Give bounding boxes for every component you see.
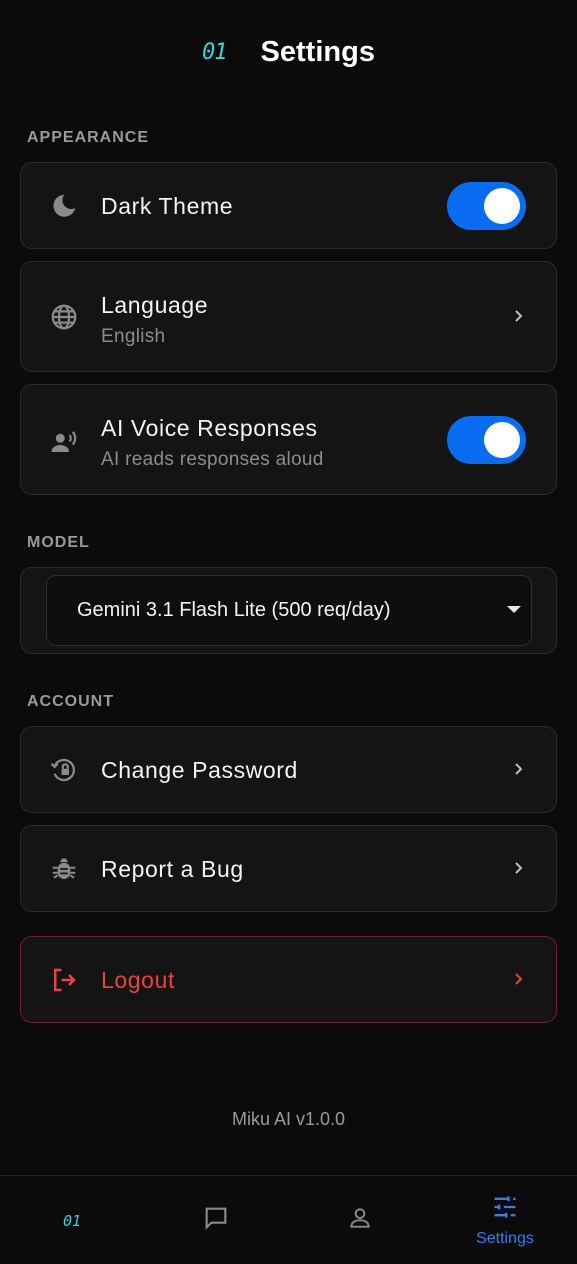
report-bug-label: Report a Bug bbox=[101, 856, 244, 882]
chevron-right-icon bbox=[510, 860, 526, 876]
ai-voice-description: AI reads responses aloud bbox=[101, 449, 324, 470]
nav-home-logo: 01 bbox=[62, 1211, 82, 1230]
chevron-right-icon bbox=[510, 761, 526, 777]
change-password-row[interactable]: Change Password bbox=[20, 726, 557, 813]
nav-chat[interactable] bbox=[144, 1176, 288, 1264]
chevron-right-icon bbox=[510, 971, 526, 987]
model-select-value: Gemini 3.1 Flash Lite (500 req/day) bbox=[77, 599, 391, 621]
toggle-knob bbox=[484, 422, 520, 458]
model-select[interactable]: Gemini 3.1 Flash Lite (500 req/day) bbox=[46, 575, 532, 646]
language-row[interactable]: Language English bbox=[20, 261, 557, 372]
app-header: 01 Settings bbox=[0, 0, 577, 104]
change-password-label: Change Password bbox=[101, 757, 298, 783]
person-icon bbox=[347, 1205, 373, 1236]
lock-reset-icon bbox=[47, 753, 81, 787]
nav-profile[interactable] bbox=[288, 1176, 432, 1264]
nav-settings-label: Settings bbox=[476, 1230, 534, 1247]
toggle-knob bbox=[484, 188, 520, 224]
nav-home[interactable]: 01 bbox=[0, 1176, 144, 1264]
caret-down-icon bbox=[507, 606, 521, 613]
dark-theme-toggle[interactable] bbox=[447, 182, 526, 230]
dark-theme-row[interactable]: Dark Theme bbox=[20, 162, 557, 249]
app-version: Miku AI v1.0.0 bbox=[231, 1109, 346, 1129]
logout-label: Logout bbox=[101, 967, 175, 993]
ai-voice-toggle[interactable] bbox=[447, 416, 526, 464]
section-label-model: MODEL bbox=[27, 534, 90, 551]
logout-row[interactable]: Logout bbox=[20, 936, 557, 1023]
section-label-account: ACCOUNT bbox=[27, 693, 114, 710]
dark-theme-label: Dark Theme bbox=[101, 193, 234, 219]
sliders-icon bbox=[491, 1193, 519, 1226]
ai-voice-row[interactable]: AI Voice Responses AI reads responses al… bbox=[20, 384, 557, 495]
moon-icon bbox=[47, 189, 81, 223]
bug-icon bbox=[47, 852, 81, 886]
report-bug-row[interactable]: Report a Bug bbox=[20, 825, 557, 912]
globe-icon bbox=[47, 300, 81, 334]
model-card: Gemini 3.1 Flash Lite (500 req/day) bbox=[20, 567, 557, 654]
chat-icon bbox=[202, 1204, 230, 1237]
logout-icon bbox=[47, 963, 81, 997]
app-logo: 01 bbox=[202, 39, 227, 65]
page-title: Settings bbox=[260, 35, 375, 68]
section-label-appearance: APPEARANCE bbox=[27, 129, 150, 146]
language-value: English bbox=[101, 326, 166, 347]
chevron-right-icon bbox=[510, 308, 526, 324]
ai-voice-label: AI Voice Responses bbox=[101, 415, 318, 441]
nav-settings[interactable]: Settings bbox=[433, 1176, 577, 1264]
language-label: Language bbox=[101, 292, 209, 318]
voice-icon bbox=[47, 425, 81, 459]
bottom-nav: 01 Settings bbox=[0, 1175, 577, 1264]
